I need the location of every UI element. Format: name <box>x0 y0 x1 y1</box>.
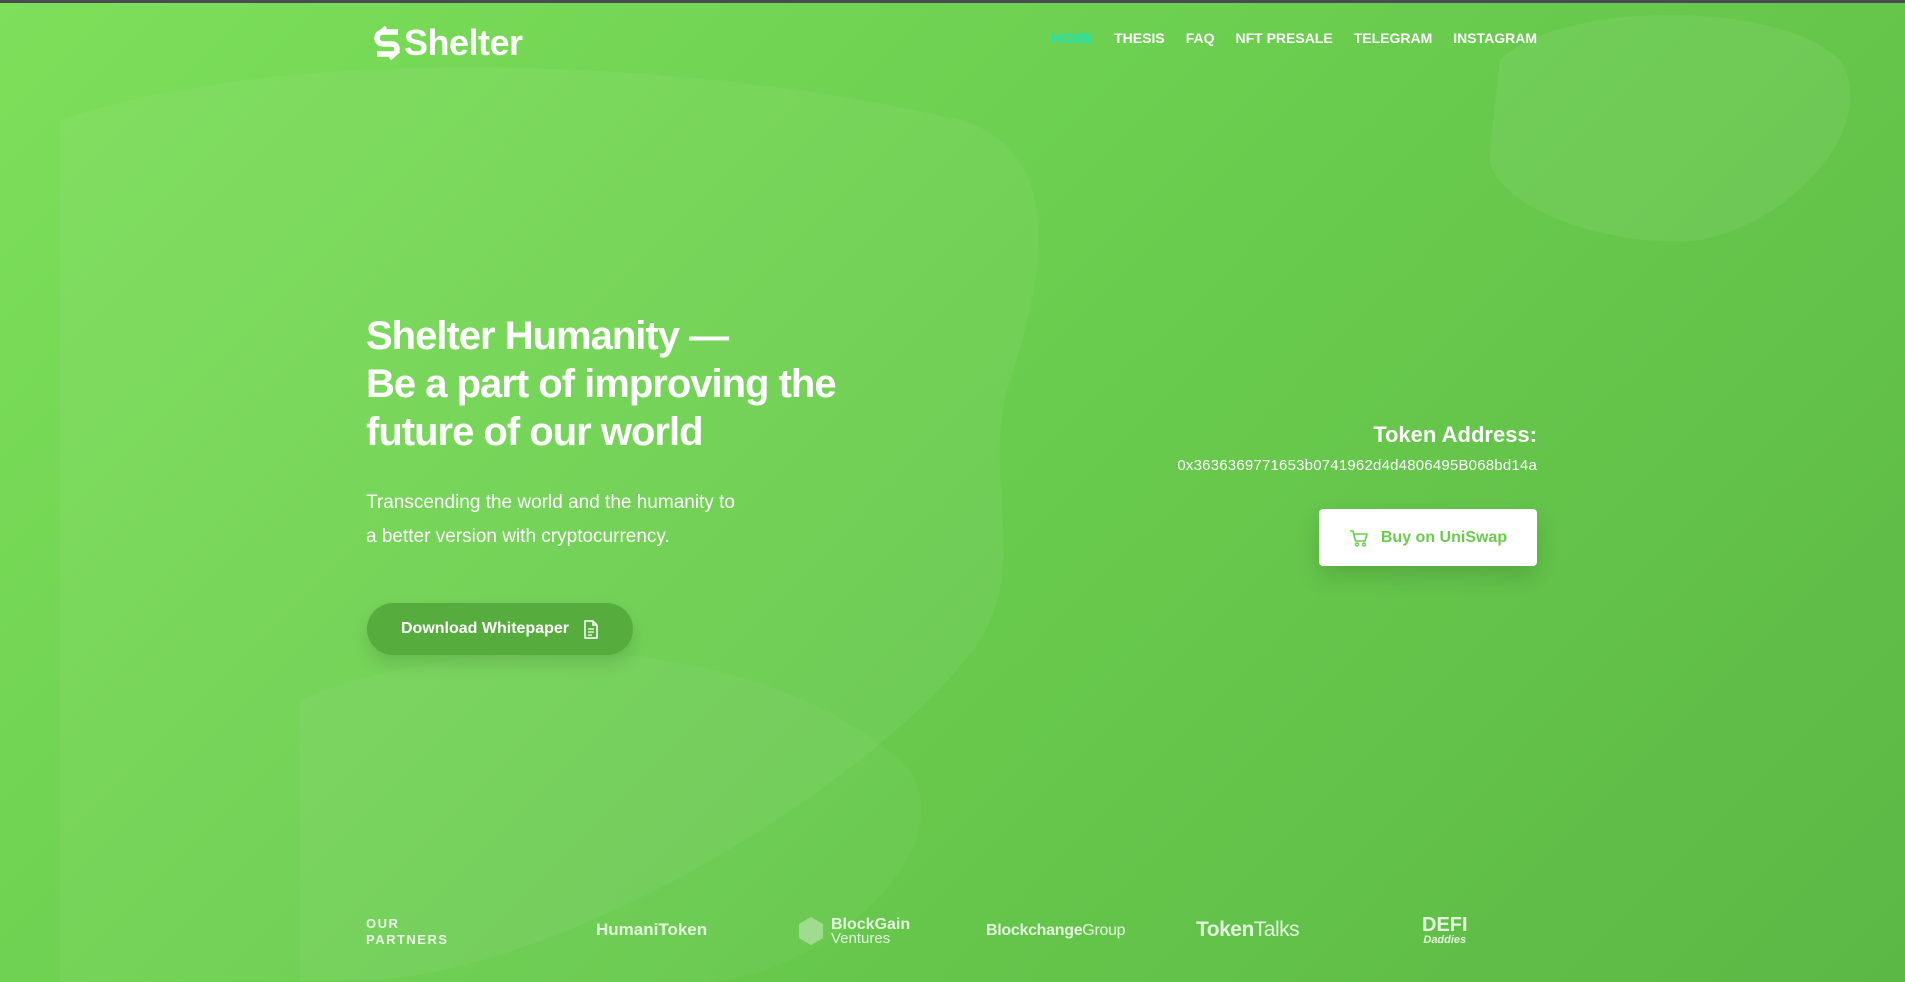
hero-subtitle-line: a better version with cryptocurrency. <box>366 526 670 547</box>
document-icon <box>584 619 598 639</box>
partners-label-line: PARTNERS <box>366 932 449 947</box>
partners-label-line: OUR <box>366 916 400 931</box>
nav-instagram[interactable]: INSTAGRAM <box>1453 30 1537 46</box>
partner-name-light: Talks <box>1253 918 1300 941</box>
token-address-label: Token Address: <box>1373 422 1537 447</box>
hero-title-line: Be a part of improving the <box>366 362 837 406</box>
partner-humanitoken-logo[interactable]: HumaniToken <box>596 920 707 940</box>
nav-faq[interactable]: FAQ <box>1186 30 1215 46</box>
token-address-value: 0x3636369771653b0741962d4d4806495B068bd1… <box>1177 457 1537 474</box>
download-whitepaper-button[interactable]: Download Whitepaper <box>367 603 633 655</box>
partner-name-sub: Ventures <box>831 929 891 947</box>
nav-thesis[interactable]: THESIS <box>1114 30 1165 46</box>
hero-subtitle: Transcending the world and the humanity … <box>366 486 806 554</box>
main-nav: HOME THESIS FAQ NFT PRESALE TELEGRAM INS… <box>1051 30 1537 46</box>
buy-on-uniswap-label: Buy on UniSwap <box>1380 528 1508 546</box>
partners-label: OUR PARTNERS <box>366 916 449 948</box>
partner-tokentalks-logo[interactable]: TokenTalks <box>1196 918 1300 942</box>
hero-title-line: Shelter Humanity — <box>366 314 729 358</box>
hero-title: Shelter Humanity — Be a part of improvin… <box>366 312 926 456</box>
partner-blockgain-logo[interactable]: BlockGain Ventures <box>797 916 910 946</box>
buy-on-uniswap-button[interactable]: Buy on UniSwap <box>1319 509 1537 566</box>
partner-name: Token <box>1196 918 1254 941</box>
background-shapes <box>60 15 1851 982</box>
hero-title-line: future of our world <box>366 410 704 454</box>
window-top-border <box>0 0 1905 3</box>
partner-blockchange-logo[interactable]: BlockchangeGroup <box>986 922 1126 940</box>
nav-home[interactable]: HOME <box>1051 30 1093 46</box>
partner-name: HumaniToken <box>596 920 708 939</box>
cart-icon <box>1349 529 1368 547</box>
logo-text: Shelter <box>404 22 523 63</box>
partner-name-light: Group <box>1082 922 1126 939</box>
hero-subtitle-line: Transcending the world and the humanity … <box>366 492 735 513</box>
nav-nft-presale[interactable]: NFT PRESALE <box>1235 30 1332 46</box>
partner-defi-daddies-logo[interactable]: DEFI Daddies <box>1422 915 1468 946</box>
shelter-logo[interactable]: Shelter <box>374 22 523 64</box>
nav-telegram[interactable]: TELEGRAM <box>1354 30 1433 46</box>
hexagon-icon <box>799 917 823 945</box>
partner-name: DEFI <box>1422 914 1468 936</box>
partner-name: Blockchange <box>986 922 1083 939</box>
download-whitepaper-label: Download Whitepaper <box>401 620 569 637</box>
partner-name-sub: Daddies <box>1423 934 1467 946</box>
shelter-s-mark-icon <box>374 26 401 60</box>
